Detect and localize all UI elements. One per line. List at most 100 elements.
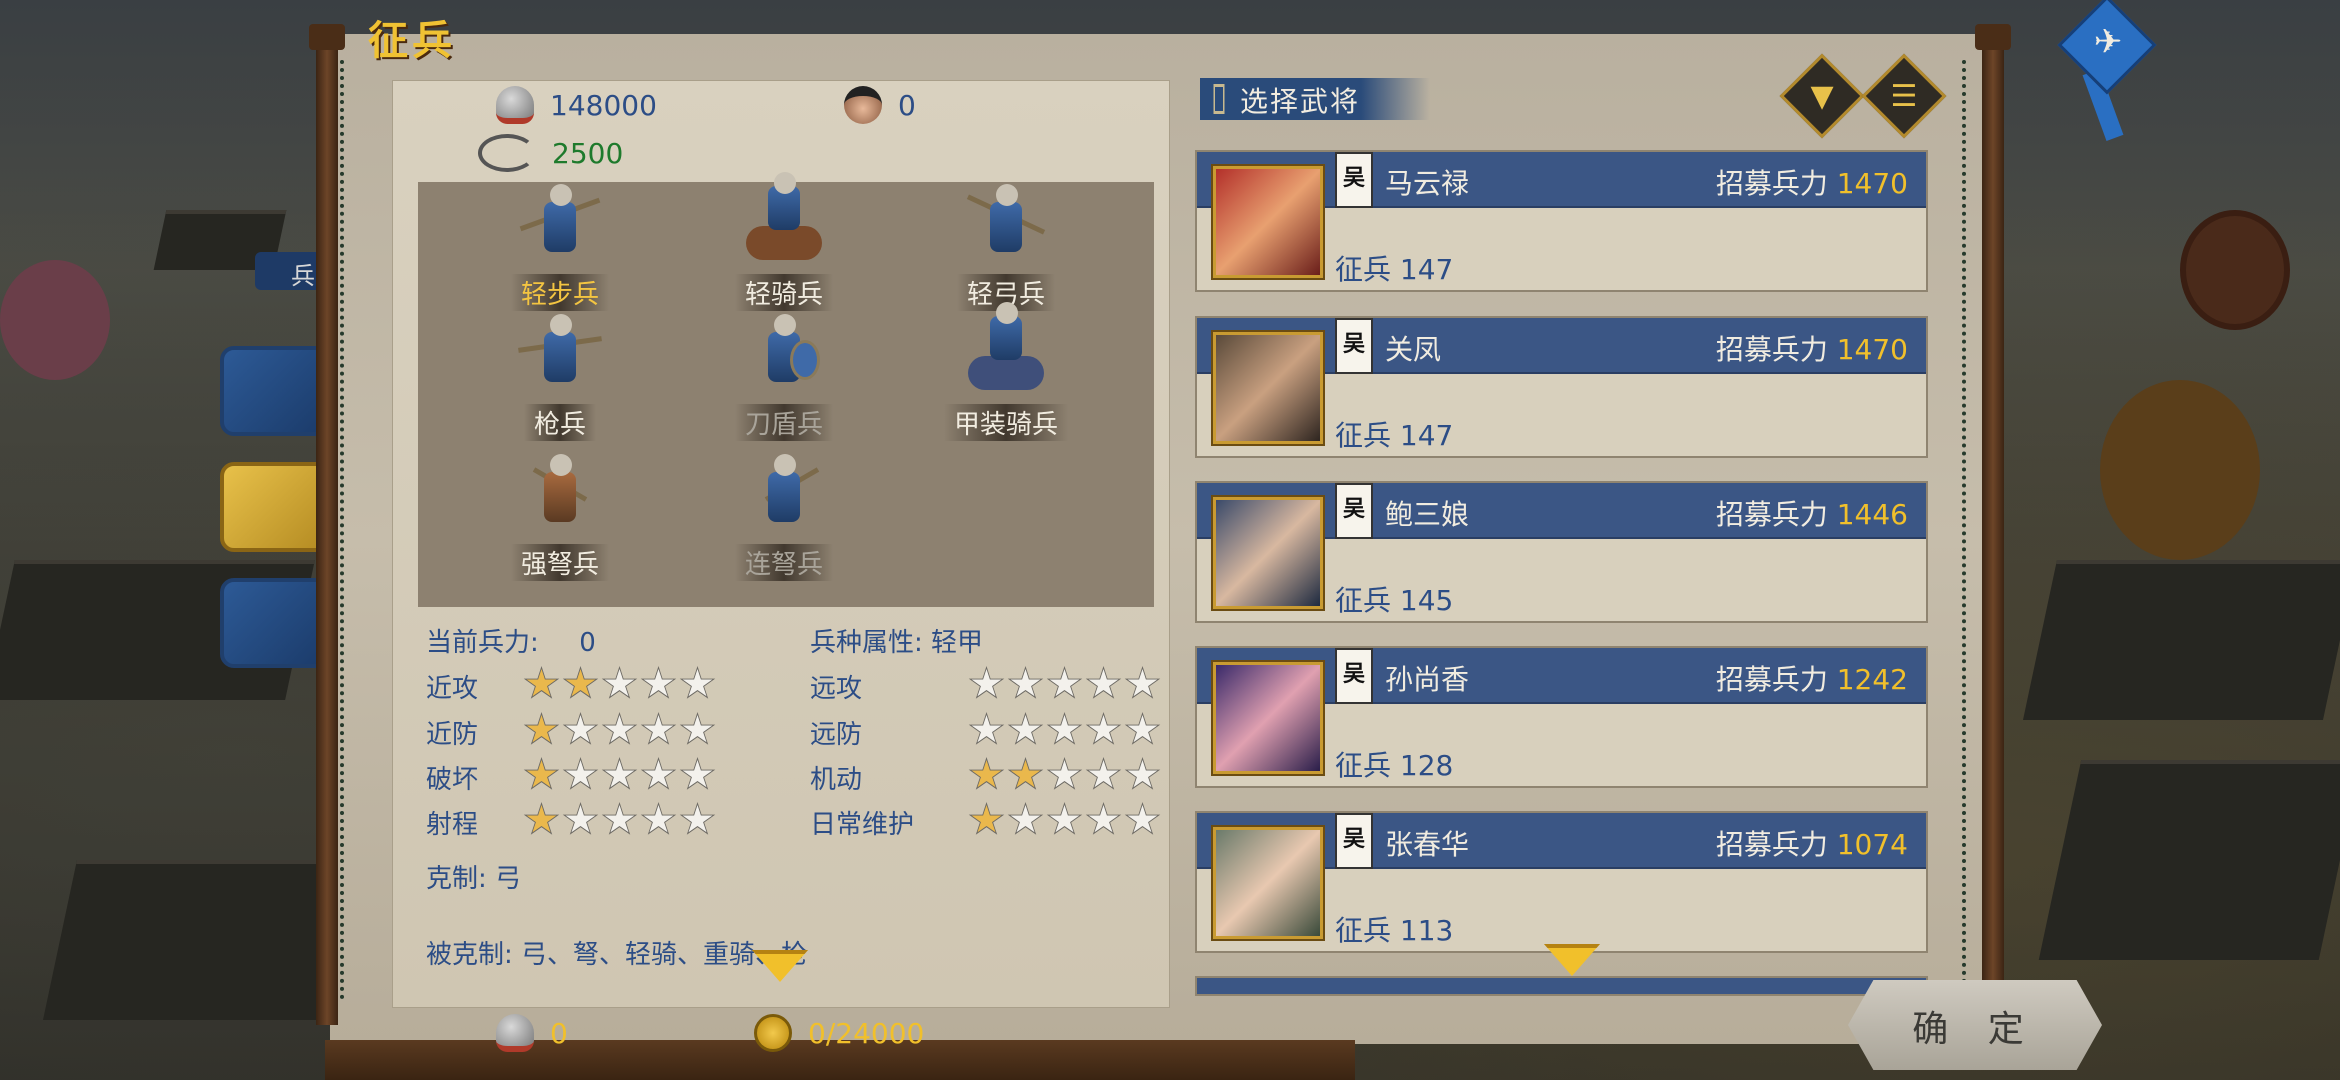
bottom-capacity: 0/24000 <box>754 1014 924 1052</box>
confirm-button[interactable]: 确 定 <box>1848 980 2102 1070</box>
star-empty-icon <box>1085 802 1122 838</box>
star-empty-icon <box>1085 666 1122 702</box>
troop-light-cavalry[interactable]: 轻骑兵 <box>714 172 854 312</box>
light-infantry-icon <box>518 182 602 270</box>
card-header <box>1197 978 1926 994</box>
star-filled-icon <box>968 802 1005 838</box>
star-empty-icon <box>1007 666 1044 702</box>
troop-sword-shield[interactable]: 刀盾兵 <box>714 312 854 442</box>
troop-label: 刀盾兵 <box>734 404 833 441</box>
stars-mobility <box>968 757 1161 793</box>
attribute-label: 兵种属性: <box>810 628 923 658</box>
attribute-value: 轻甲 <box>931 628 984 658</box>
star-empty-icon <box>601 712 638 748</box>
star-empty-icon <box>640 802 677 838</box>
general-face-icon <box>844 86 882 124</box>
star-empty-icon <box>968 712 1005 748</box>
stars-destruction <box>523 757 716 793</box>
soldier-total: 148000 <box>496 86 657 124</box>
scroll-rod-right <box>1982 25 2004 1025</box>
star-empty-icon <box>601 666 638 702</box>
troop-light-infantry[interactable]: 轻步兵 <box>490 182 630 312</box>
draft: 征兵 128 <box>1335 744 1453 784</box>
star-empty-icon <box>601 802 638 838</box>
sword-shield-icon <box>742 312 826 400</box>
side-tab-1[interactable] <box>220 346 330 436</box>
stars-upkeep <box>968 802 1161 838</box>
star-filled-icon <box>1007 757 1044 793</box>
draft-label: 征兵 <box>1335 253 1392 286</box>
recruit-value: 1470 <box>1836 333 1908 366</box>
general-card[interactable]: 吴 张春华 招募兵力 1074 征兵 113 <box>1195 811 1928 953</box>
draft: 征兵 145 <box>1335 579 1453 619</box>
draft-label: 征兵 <box>1335 419 1392 452</box>
star-filled-icon <box>523 712 560 748</box>
select-general-header: 选择武将 <box>1200 78 1430 120</box>
coin-icon <box>754 1014 792 1052</box>
general-name: 马云禄 <box>1385 167 1470 200</box>
general-card[interactable]: 吴 关凤 招募兵力 1470 征兵 147 <box>1195 316 1928 458</box>
star-empty-icon <box>968 666 1005 702</box>
troop-label: 强弩兵 <box>510 544 609 581</box>
star-filled-icon <box>562 666 599 702</box>
general-portrait <box>1213 332 1323 444</box>
troop-armored-cavalry[interactable]: 甲装骑兵 <box>936 302 1076 442</box>
stars-melee-attack <box>523 666 716 702</box>
soldier-total-value: 148000 <box>550 88 657 122</box>
recruit-force: 招募兵力 1242 <box>1716 658 1908 698</box>
light-cavalry-icon <box>742 172 826 270</box>
faction-tag: 吴 <box>1335 483 1373 539</box>
stars-range <box>523 802 716 838</box>
recruit-label: 招募兵力 <box>1715 167 1828 200</box>
counters-label: 克制: <box>426 864 487 894</box>
general-card-partial[interactable] <box>1195 976 1928 996</box>
bottom-soldiers-value: 0 <box>550 1016 568 1050</box>
diamond-icon <box>1213 84 1225 114</box>
bottom-soldiers: 0 <box>496 1014 568 1052</box>
side-tab-label[interactable]: 兵 <box>255 252 325 290</box>
draft-label: 征兵 <box>1335 914 1392 947</box>
troop-light-archer[interactable]: 轻弓兵 <box>936 182 1076 312</box>
star-filled-icon <box>968 757 1005 793</box>
troop-label: 连弩兵 <box>734 544 833 581</box>
general-portrait <box>1213 662 1323 774</box>
general-count: 0 <box>844 86 916 124</box>
troop-repeating-crossbow[interactable]: 连弩兵 <box>714 452 854 582</box>
scroll-chain <box>340 60 358 1000</box>
star-empty-icon <box>562 757 599 793</box>
side-tab-2[interactable] <box>220 462 330 552</box>
draft-value: 145 <box>1399 584 1454 617</box>
troop-spearman[interactable]: 枪兵 <box>490 312 630 442</box>
rod-cap <box>1975 24 2011 50</box>
draft-label: 征兵 <box>1335 584 1392 617</box>
star-empty-icon <box>1046 757 1083 793</box>
stars-ranged-attack <box>968 666 1161 702</box>
general-card[interactable]: 吴 孙尚香 招募兵力 1242 征兵 128 <box>1195 646 1928 788</box>
heavy-crossbow-icon <box>518 452 602 540</box>
troop-label: 轻步兵 <box>510 274 609 311</box>
current-force: 当前兵力: 0 <box>426 622 596 659</box>
side-tab-3[interactable] <box>220 578 330 668</box>
stat-label: 近攻 <box>426 674 479 704</box>
draft-value: 128 <box>1399 749 1454 782</box>
recruit-force: 招募兵力 1074 <box>1716 823 1908 863</box>
scroll-rod-left <box>316 25 338 1025</box>
faction-tag: 吴 <box>1335 813 1373 869</box>
general-card[interactable]: 吴 鲍三娘 招募兵力 1446 征兵 145 <box>1195 481 1928 623</box>
helmet-icon <box>496 86 534 124</box>
faction-tag: 吴 <box>1335 648 1373 704</box>
troop-heavy-crossbow[interactable]: 强弩兵 <box>490 452 630 582</box>
star-empty-icon <box>1046 712 1083 748</box>
star-empty-icon <box>1007 712 1044 748</box>
faction-tag: 吴 <box>1335 318 1373 374</box>
general-card[interactable]: 吴 马云禄 招募兵力 1470 征兵 147 <box>1195 150 1928 292</box>
general-name: 关凤 <box>1385 333 1442 366</box>
select-general-title: 选择武将 <box>1240 85 1361 118</box>
troop-attribute: 兵种属性: 轻甲 <box>810 622 983 659</box>
star-empty-icon <box>562 802 599 838</box>
star-empty-icon <box>679 802 716 838</box>
light-archer-icon <box>964 182 1048 270</box>
current-force-label: 当前兵力: <box>426 628 539 658</box>
recruit-force: 招募兵力 1470 <box>1716 328 1908 368</box>
star-empty-icon <box>679 712 716 748</box>
